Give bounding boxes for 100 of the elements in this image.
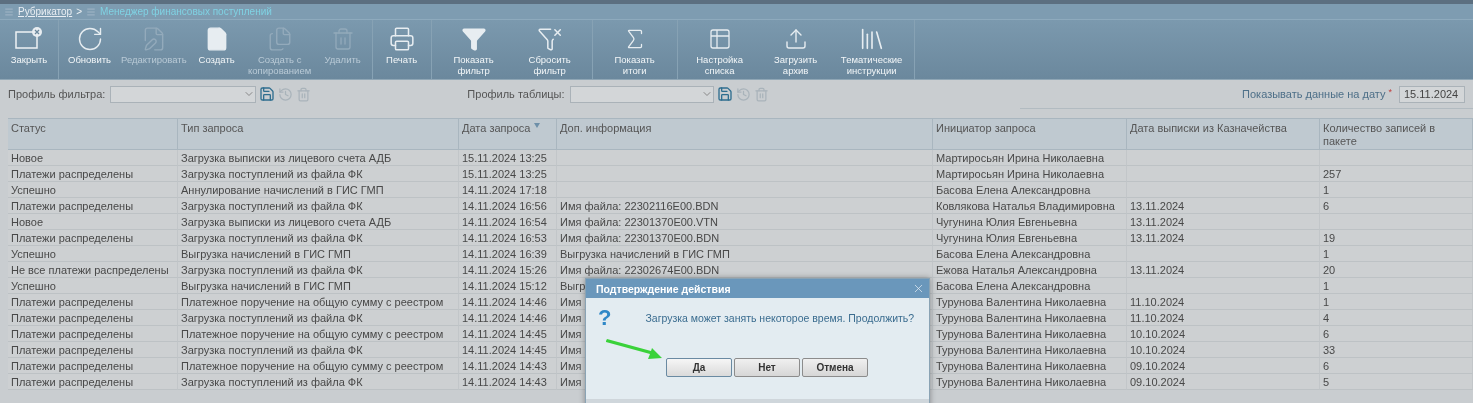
- table-cell: 5: [1320, 374, 1473, 390]
- table-cell: Платежи распределены: [8, 198, 178, 214]
- table-cell: 14.11.2024 16:39: [459, 246, 557, 262]
- table-cell: Загрузка поступлений из файла ФК: [178, 230, 459, 246]
- toolbar-button[interactable]: Тематические инструкции: [833, 20, 910, 79]
- table-cell: Платежное поручение на общую сумму с реестром: [178, 294, 459, 310]
- save-icon[interactable]: [716, 86, 733, 102]
- dialog-button[interactable]: Отмена: [802, 358, 868, 377]
- table-cell: 1: [1320, 182, 1473, 198]
- table-cell: Успешно: [8, 246, 178, 262]
- table-cell: Имя файла: 22302116E00.BDN: [557, 198, 933, 214]
- table-cell: 1: [1320, 246, 1473, 262]
- table-cell: Басова Елена Александровна: [933, 278, 1127, 294]
- table-cell: Не все платежи распределены: [8, 262, 178, 278]
- table-cell: 14.11.2024 15:12: [459, 278, 557, 294]
- table-cell: 14.11.2024 17:18: [459, 182, 557, 198]
- table-cell: 14.11.2024 14:45: [459, 342, 557, 358]
- table-cell: 10.10.2024: [1127, 326, 1320, 342]
- toolbar-button[interactable]: Закрыть: [4, 20, 54, 79]
- table-cell: 14.11.2024 14:46: [459, 294, 557, 310]
- breadcrumb-link[interactable]: Рубрикатор: [18, 6, 73, 17]
- question-icon: ?: [598, 308, 612, 328]
- table-cell: 13.11.2024: [1127, 230, 1320, 246]
- table-cell: 19: [1320, 230, 1473, 246]
- table-cell: 13.11.2024: [1127, 262, 1320, 278]
- table-cell: Новое: [8, 150, 178, 166]
- table-cell: Новое: [8, 214, 178, 230]
- table-cell: 14.11.2024 16:56: [459, 198, 557, 214]
- funnel-x-icon: [536, 26, 563, 52]
- table-cell: 14.11.2024 15:26: [459, 262, 557, 278]
- column-header[interactable]: Количество записей в пакете: [1320, 118, 1473, 150]
- table-cell: Мартиросьян Ирина Николаевна: [933, 166, 1127, 182]
- date-field[interactable]: 15.11.2024: [1399, 85, 1465, 103]
- table-cell: 6: [1320, 358, 1473, 374]
- table-cell: Загрузка поступлений из файла ФК: [178, 198, 459, 214]
- table-cell: Аннулирование начислений в ГИС ГМП: [178, 182, 459, 198]
- table-cell: Платежное поручение на общую сумму с реестром: [178, 326, 459, 342]
- dialog-button[interactable]: Да: [666, 358, 732, 377]
- table-cell: 6: [1320, 326, 1473, 342]
- toolbar-button[interactable]: Создать: [191, 20, 242, 79]
- table-cell: 09.10.2024: [1127, 374, 1320, 390]
- column-header[interactable]: Тип запроса: [178, 118, 459, 150]
- toolbar-button[interactable]: Показать фильтр: [435, 20, 512, 79]
- table-cell: 14.11.2024 16:53: [459, 230, 557, 246]
- table-cell: Загрузка поступлений из файла ФК: [178, 166, 459, 182]
- dialog-button[interactable]: Нет: [734, 358, 800, 377]
- table-cell: Платежи распределены: [8, 358, 178, 374]
- required-mark: *: [1388, 87, 1392, 97]
- table-cell: Загрузка поступлений из файла ФК: [178, 342, 459, 358]
- table-cell: Платежи распределены: [8, 294, 178, 310]
- column-header[interactable]: Статус: [8, 118, 178, 150]
- date-label: Показывать данные на дату: [1242, 88, 1386, 100]
- table-cell: Выгрузка начислений в ГИС ГМП: [557, 246, 933, 262]
- toolbar-button[interactable]: Показать итоги: [596, 20, 673, 79]
- table-cell: Платежи распределены: [8, 374, 178, 390]
- trash-icon[interactable]: [296, 86, 312, 102]
- table-cell: Чугунина Юлия Евгеньевна: [933, 230, 1127, 246]
- close-icon[interactable]: [912, 282, 925, 295]
- toolbar-button[interactable]: Печать: [376, 20, 427, 79]
- table-cell: 33: [1320, 342, 1473, 358]
- table-profile-select[interactable]: [569, 85, 714, 103]
- table-cell: Басова Елена Александровна: [933, 182, 1127, 198]
- trash-icon[interactable]: [753, 86, 769, 102]
- column-header[interactable]: Инициатор запроса: [933, 118, 1127, 150]
- column-header[interactable]: Дата запроса: [459, 118, 557, 150]
- table-cell: 14.11.2024 14:43: [459, 374, 557, 390]
- table-cell: 1: [1320, 294, 1473, 310]
- toolbar-button[interactable]: Обновить: [63, 20, 116, 79]
- table-profile-label: Профиль таблицы:: [467, 88, 565, 100]
- table-cell: Турунова Валентина Николаевна: [933, 374, 1127, 390]
- table-cell: Платежное поручение на общую сумму с реестром: [178, 358, 459, 374]
- table-cell: 14.11.2024 14:46: [459, 310, 557, 326]
- table-cell: 11.10.2024: [1127, 310, 1320, 326]
- filter-profile-select[interactable]: [110, 85, 257, 103]
- printer-icon: [388, 26, 415, 52]
- save-icon[interactable]: [259, 86, 276, 102]
- table-cell: Платежи распределены: [8, 166, 178, 182]
- table-cell: 257: [1320, 166, 1473, 182]
- table-cell: Платежи распределены: [8, 230, 178, 246]
- table-cell: 11.10.2024: [1127, 294, 1320, 310]
- table-cell: 14.11.2024 14:43: [459, 358, 557, 374]
- toolbar-button[interactable]: Загрузить архив: [757, 20, 834, 79]
- table-cell: 10.10.2024: [1127, 342, 1320, 358]
- column-header[interactable]: Доп. информация: [557, 118, 933, 150]
- table-cell: Турунова Валентина Николаевна: [933, 358, 1127, 374]
- table-cell: 14.11.2024 14:45: [459, 326, 557, 342]
- table-cell: Платежи распределены: [8, 326, 178, 342]
- table-cell: 13.11.2024: [1127, 198, 1320, 214]
- table-cell: Турунова Валентина Николаевна: [933, 294, 1127, 310]
- table-cell: 6: [1320, 198, 1473, 214]
- table-cell: Выгрузка начислений в ГИС ГМП: [178, 246, 459, 262]
- funnel-icon: [460, 26, 487, 52]
- table-cell: 09.10.2024: [1127, 358, 1320, 374]
- toolbar-button[interactable]: Сбросить фильтр: [511, 20, 588, 79]
- breadcrumb-separator: >: [76, 6, 83, 17]
- table-cell: Имя файла: 22302674E00.BDN: [557, 262, 933, 278]
- toolbar-button[interactable]: Настройка списка: [681, 20, 758, 79]
- column-header[interactable]: Дата выписки из Казначейства: [1127, 118, 1320, 150]
- table-cell: Платежи распределены: [8, 310, 178, 326]
- table-cell: Успешно: [8, 182, 178, 198]
